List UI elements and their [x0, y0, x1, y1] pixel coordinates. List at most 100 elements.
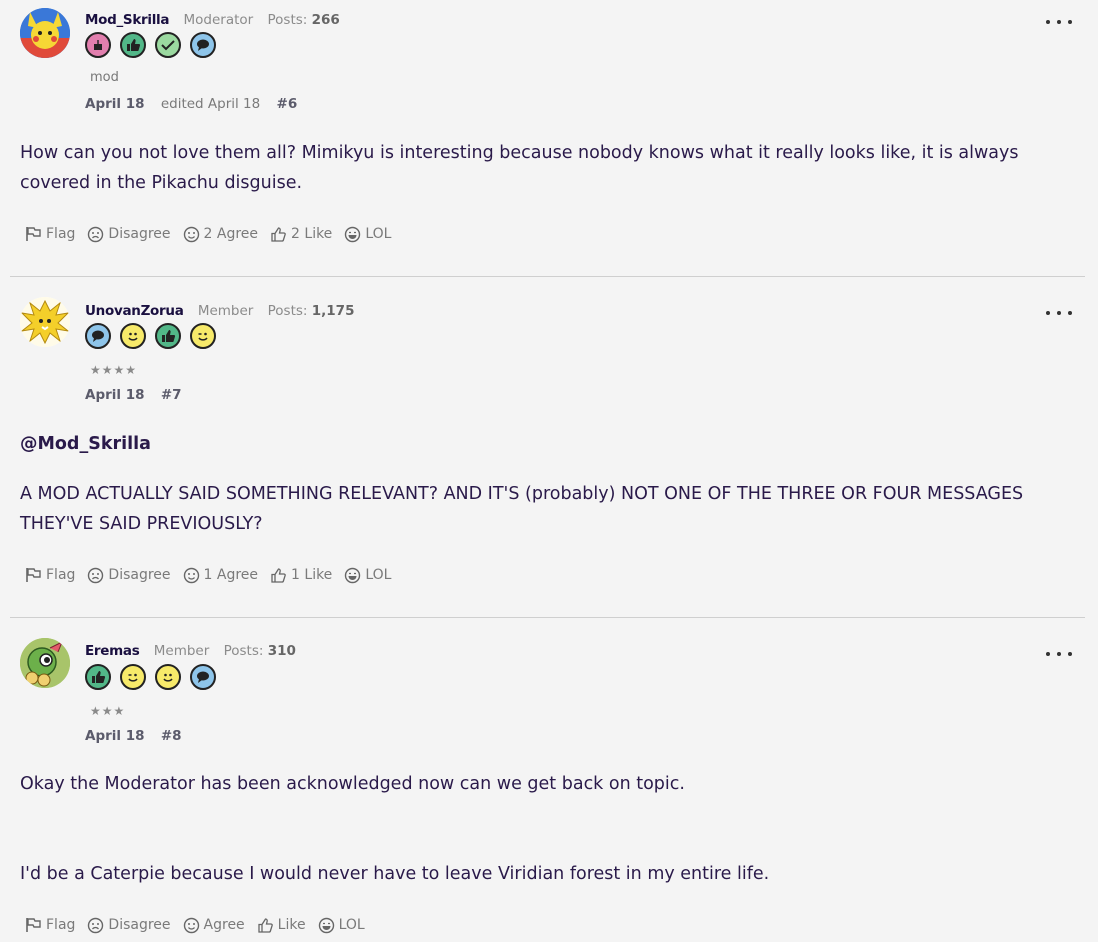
user-rank-stars: ★★★ — [90, 704, 126, 718]
badge-list — [85, 32, 216, 58]
user-role: Member — [153, 643, 210, 659]
flag-button[interactable]: Flag — [24, 225, 75, 243]
like-label: 1 Like — [291, 567, 333, 583]
like-button[interactable]: 1 Like — [270, 567, 332, 584]
post-paragraph: Okay the Moderator has been acknowledged… — [20, 774, 685, 794]
flag-button[interactable]: Flag — [24, 566, 75, 584]
post-body: @Mod_Skrilla A MOD ACTUALLY SAID SOMETHI… — [20, 429, 1080, 539]
lol-label: LOL — [365, 226, 392, 242]
flag-icon — [26, 568, 41, 582]
frown-icon — [88, 917, 104, 933]
post-paragraph: How can you not love them all? Mimikyu i… — [20, 143, 1019, 193]
post: Mod_Skrilla Moderator Posts: 266 mod Apr… — [10, 0, 1085, 276]
user-role: Moderator — [183, 12, 254, 28]
disagree-button[interactable]: Disagree — [87, 226, 171, 243]
user-title: mod — [90, 70, 119, 85]
post-options-button[interactable] — [1046, 652, 1072, 658]
lol-label: LOL — [365, 567, 392, 583]
post-number[interactable]: #6 — [277, 96, 298, 112]
username[interactable]: UnovanZorua — [85, 303, 184, 319]
posts-count: 310 — [267, 643, 296, 659]
thumbs-up-badge-icon[interactable] — [155, 323, 181, 349]
agree-label: 1 Agree — [203, 567, 259, 583]
posts-count: 1,175 — [311, 303, 355, 319]
post-date[interactable]: April 18 — [85, 387, 145, 403]
username[interactable]: Mod_Skrilla — [85, 12, 169, 28]
edited-label: edited April 18 — [160, 96, 261, 112]
avatar[interactable] — [20, 297, 70, 347]
reaction-bar: Flag Disagree 1 Agree 1 Like LOL — [24, 566, 403, 584]
reaction-bar: Flag Disagree Agree Like LOL — [24, 916, 377, 934]
thumbs-up-badge-icon[interactable] — [85, 664, 111, 690]
posts-label: Posts: — [267, 12, 308, 28]
avatar[interactable] — [20, 8, 70, 58]
checkmark-badge-icon[interactable] — [155, 32, 181, 58]
disagree-button[interactable]: Disagree — [87, 567, 171, 584]
lol-label: LOL — [338, 917, 365, 933]
lol-button[interactable]: LOL — [344, 567, 391, 584]
post-number[interactable]: #7 — [161, 387, 182, 403]
thumbs-up-icon — [258, 917, 273, 933]
post-paragraph: I'd be a Caterpie because I would never … — [20, 864, 770, 884]
user-role: Member — [197, 303, 254, 319]
jolteon-avatar-icon — [20, 297, 70, 347]
comment-badge-icon[interactable] — [85, 323, 111, 349]
username[interactable]: Eremas — [85, 643, 140, 659]
user-rank-stars: ★★★★ — [90, 363, 138, 377]
post-body: How can you not love them all? Mimikyu i… — [20, 138, 1080, 198]
avatar[interactable] — [20, 638, 70, 688]
smiley-badge-icon[interactable] — [120, 323, 146, 349]
comment-badge-icon[interactable] — [190, 32, 216, 58]
user-mention-link[interactable]: @Mod_Skrilla — [20, 429, 1080, 459]
pikachu-avatar-icon — [20, 8, 70, 58]
post-options-button[interactable] — [1046, 311, 1072, 317]
flag-icon — [26, 918, 41, 932]
like-button[interactable]: 2 Like — [270, 226, 332, 243]
thumbs-up-badge-icon[interactable] — [120, 32, 146, 58]
cake-badge-icon[interactable] — [85, 32, 111, 58]
comment-badge-icon[interactable] — [190, 664, 216, 690]
thumbs-up-icon — [271, 226, 286, 242]
disagree-label: Disagree — [108, 226, 171, 242]
laugh-icon — [345, 226, 361, 242]
post: Eremas Member Posts: 310 ★★★ April 18 #8… — [10, 618, 1085, 942]
post-options-button[interactable] — [1046, 20, 1072, 26]
posts-label: Posts: — [223, 643, 264, 659]
disagree-label: Disagree — [108, 917, 171, 933]
smile-icon — [183, 226, 199, 242]
flag-label: Flag — [46, 226, 76, 242]
wink-badge-icon[interactable] — [190, 323, 216, 349]
flag-label: Flag — [46, 567, 76, 583]
reaction-bar: Flag Disagree 2 Agree 2 Like LOL — [24, 225, 403, 243]
post: UnovanZorua Member Posts: 1,175 ★★★★ Apr… — [10, 277, 1085, 617]
post-date[interactable]: April 18 — [85, 96, 145, 112]
flag-label: Flag — [46, 917, 76, 933]
post-number[interactable]: #8 — [161, 728, 182, 744]
like-button[interactable]: Like — [257, 917, 306, 934]
frown-icon — [88, 226, 104, 242]
post-paragraph: A MOD ACTUALLY SAID SOMETHING RELEVANT? … — [20, 484, 1024, 534]
posts-count: 266 — [311, 12, 340, 28]
post-body: Okay the Moderator has been acknowledged… — [20, 769, 1080, 889]
post-date[interactable]: April 18 — [85, 728, 145, 744]
disagree-button[interactable]: Disagree — [87, 917, 171, 934]
wink-badge-icon[interactable] — [120, 664, 146, 690]
agree-label: 2 Agree — [203, 226, 259, 242]
agree-button[interactable]: 1 Agree — [183, 567, 259, 584]
badge-list — [85, 323, 216, 349]
laugh-icon — [345, 567, 361, 583]
flag-button[interactable]: Flag — [24, 916, 75, 934]
smiley-badge-icon[interactable] — [155, 664, 181, 690]
smile-icon — [183, 567, 199, 583]
flag-icon — [26, 227, 41, 241]
badge-list — [85, 664, 216, 690]
agree-button[interactable]: Agree — [183, 917, 245, 934]
agree-label: Agree — [203, 917, 245, 933]
smile-icon — [183, 917, 199, 933]
like-label: Like — [277, 917, 306, 933]
agree-button[interactable]: 2 Agree — [183, 226, 259, 243]
lol-button[interactable]: LOL — [318, 917, 365, 934]
lol-button[interactable]: LOL — [344, 226, 391, 243]
thumbs-up-icon — [271, 567, 286, 583]
like-label: 2 Like — [291, 226, 333, 242]
